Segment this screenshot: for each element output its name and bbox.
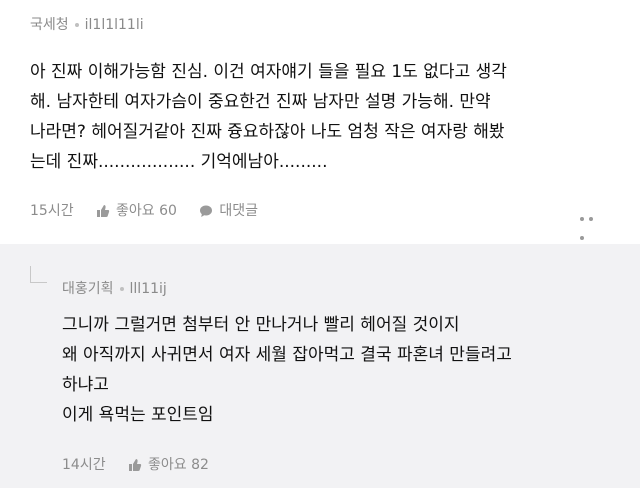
reply-arrow-icon — [30, 266, 47, 283]
reply-user-id: lll11ij — [129, 281, 167, 297]
separator-dot — [74, 23, 79, 27]
comment-body: 아 진짜 이해가능함 진심. 이건 여자얘기 들을 필요 1도 없다고 생각 해… — [30, 57, 507, 177]
comment: 국세청 il1l1l11li 아 진짜 이해가능함 진심. 이건 여자얘기 들을 … — [0, 0, 640, 244]
separator-dot — [119, 287, 124, 291]
reply-comment: 대홍기획 lll11ij 그니까 그럴거면 첨부터 안 만나거나 빨리 헤어질 것… — [0, 244, 640, 488]
reply-body: 그니까 그럴거면 첨부터 안 만나거나 빨리 헤어질 것이지 왜 아직까지 사귀… — [62, 310, 512, 430]
reply-line: 왜 아직까지 사귀면서 여자 세월 잡아먹고 결국 파혼녀 만들려고 — [62, 345, 512, 365]
reply-button[interactable]: 대댓글 — [199, 200, 258, 220]
reply-author-name[interactable]: 대홍기획 — [62, 281, 114, 297]
reply-line: 이게 욕먹는 포인트임 — [62, 405, 214, 425]
like-count: 60 — [159, 203, 177, 219]
like-label: 좋아요 — [148, 457, 187, 473]
comment-author-name[interactable]: 국세청 — [30, 17, 69, 33]
comment-thread: 국세청 il1l1l11li 아 진짜 이해가능함 진심. 이건 여자얘기 들을 … — [0, 0, 640, 488]
reply-line: 그니까 그럴거면 첨부터 안 만나거나 빨리 헤어질 것이지 — [62, 315, 460, 335]
comment-line: 나라면? 헤어질거같아 진짜 즁요하잖아 나도 엄청 작은 여자랑 해봤 — [30, 122, 505, 142]
comment-line: 는데 진짜.................. 기억에남아......... — [30, 152, 328, 172]
reply-meta: 14시간 좋아요 82 — [62, 454, 227, 474]
more-icon[interactable] — [580, 206, 606, 240]
comment-line: 해. 남자한테 여자가슴이 중요한건 진짜 남자만 설명 가능해. 만약 — [30, 92, 491, 112]
thumbs-up-icon — [129, 459, 142, 471]
like-label: 좋아요 — [116, 203, 155, 219]
reply-like-button[interactable]: 좋아요 82 — [128, 454, 209, 474]
comment-meta: 15시간 좋아요 60 대댓글 — [30, 200, 276, 220]
like-count: 82 — [191, 457, 209, 473]
reply-time: 14시간 — [62, 457, 106, 473]
comment-user-id: il1l1l11li — [84, 17, 144, 33]
chat-bubble-icon — [200, 205, 213, 217]
thumbs-up-icon — [97, 205, 110, 217]
comment-author-row: 국세청 il1l1l11li — [30, 14, 144, 34]
comment-line: 아 진짜 이해가능함 진심. 이건 여자얘기 들을 필요 1도 없다고 생각 — [30, 62, 507, 82]
like-button[interactable]: 좋아요 60 — [96, 200, 177, 220]
comment-time: 15시간 — [30, 203, 74, 219]
reply-line: 하냐고 — [62, 375, 109, 395]
reply-author-row: 대홍기획 lll11ij — [62, 278, 167, 298]
reply-label: 대댓글 — [219, 203, 259, 219]
